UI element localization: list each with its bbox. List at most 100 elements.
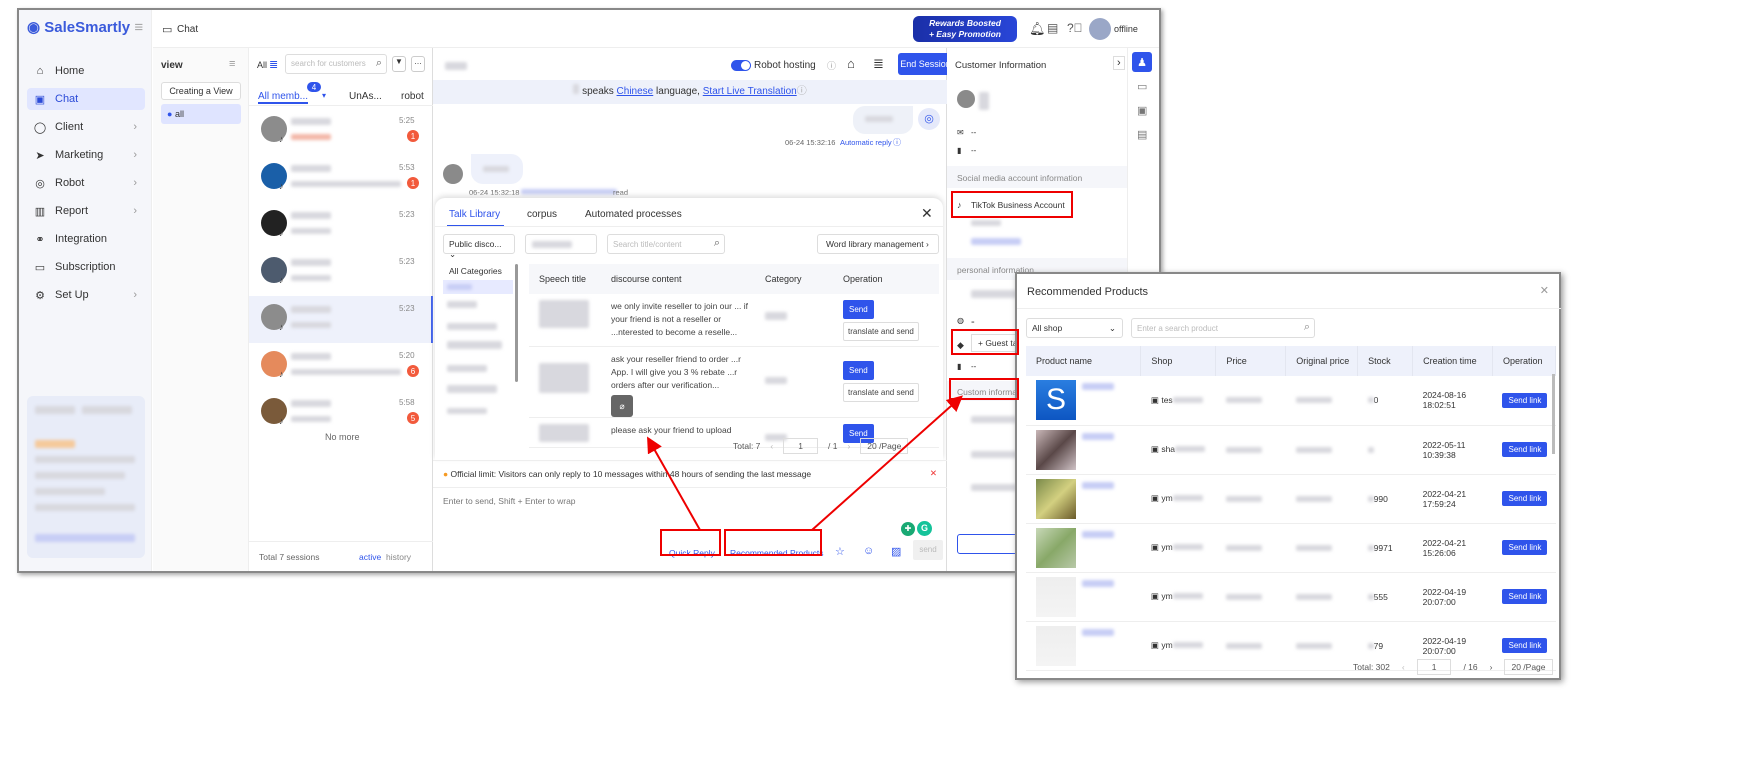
collapse-icon[interactable]: › — [1113, 56, 1125, 70]
help-icon[interactable]: ⓘ — [827, 59, 836, 72]
menu-icon[interactable]: ≡ — [229, 58, 235, 70]
page-size-select[interactable]: 20 /Page — [860, 438, 909, 454]
tab-automated-processes[interactable]: Automated processes — [585, 209, 682, 220]
send-link-button[interactable]: Send link — [1502, 638, 1548, 653]
logo[interactable]: ◉ SaleSmartly ≡ — [27, 18, 143, 36]
talk-search-input[interactable]: Search title/content ⌕ — [607, 234, 725, 254]
robot-hosting-toggle[interactable] — [731, 60, 751, 71]
session-item[interactable]: ♪ 5:23 — [249, 202, 433, 249]
product-name-link[interactable] — [1082, 481, 1114, 489]
next-page-icon[interactable]: › — [847, 441, 850, 451]
sidebar-item-subscription[interactable]: ▭ Subscription — [27, 256, 145, 278]
info-icon[interactable]: ⓘ — [893, 137, 901, 148]
stock: 0 — [1373, 395, 1379, 406]
caret-down-icon[interactable]: ▾ — [322, 91, 326, 100]
clipboard-icon[interactable]: ▤ — [1047, 21, 1058, 35]
star-icon[interactable]: ☆ — [835, 545, 845, 558]
prev-page-icon[interactable]: ‹ — [1402, 662, 1405, 672]
grammarly-icon[interactable]: G — [917, 521, 932, 536]
sidebar-item-integration[interactable]: ⚭ Integration — [27, 228, 145, 250]
sidebar-item-robot[interactable]: ◎ Robot › — [27, 172, 145, 194]
emoji-icon[interactable]: ☺ — [863, 545, 874, 557]
rewards-banner[interactable]: Rewards Boosted + Easy Promotion — [913, 16, 1017, 42]
menu-collapse-icon[interactable]: ≡ — [134, 19, 143, 36]
translate-send-button[interactable]: translate and send — [843, 322, 919, 341]
sidebar-item-client[interactable]: ◯ Client › — [27, 116, 145, 138]
category-item-selected[interactable] — [443, 280, 513, 294]
session-item[interactable]: ♪ 5:53 1 — [249, 155, 433, 202]
tag-icon[interactable]: ⌂ — [847, 56, 855, 71]
public-discourse-select[interactable]: Public disco... ⌄ — [443, 234, 515, 259]
message-icon[interactable]: ▭ — [1137, 80, 1147, 93]
active-link[interactable]: active — [359, 552, 381, 562]
all-categories[interactable]: All Categories — [449, 266, 502, 276]
page-input[interactable]: 1 — [783, 438, 818, 454]
create-view-button[interactable]: Creating a View — [161, 82, 241, 100]
message-input[interactable]: Enter to send, Shift + Enter to wrap — [443, 496, 576, 506]
image-icon[interactable]: ▨ — [891, 545, 901, 558]
send-link-button[interactable]: Send link — [1502, 392, 1548, 408]
language-link[interactable]: Chinese — [617, 86, 654, 97]
session-item[interactable]: ♪ 5:20 6 — [249, 343, 433, 390]
session-item[interactable]: ♪ 5:25 1 — [249, 108, 433, 155]
product-name-link[interactable] — [1082, 383, 1114, 391]
tab-talk-library[interactable]: Talk Library — [447, 209, 505, 227]
attachment-icon[interactable]: ⌀ — [611, 394, 633, 417]
close-icon[interactable]: ✕ — [930, 468, 937, 479]
product-name-link[interactable] — [1082, 628, 1114, 636]
prev-page-icon[interactable]: ‹ — [770, 441, 773, 451]
word-library-management-button[interactable]: Word library management › — [817, 234, 939, 254]
send-link-button[interactable]: Send link — [1502, 491, 1548, 506]
close-icon[interactable]: ✕ — [921, 205, 933, 222]
end-session-button[interactable]: End Session — [898, 53, 953, 75]
next-page-icon[interactable]: › — [1490, 662, 1493, 672]
sidebar-item-marketing[interactable]: ➤ Marketing › — [27, 144, 145, 166]
send-link-button[interactable]: Send link — [1502, 540, 1548, 555]
help-icon[interactable]: ?⃞ — [1067, 21, 1083, 35]
category-select[interactable] — [525, 234, 597, 254]
shop-select[interactable]: All shop ⌄ — [1026, 318, 1123, 338]
send-link-button[interactable]: Send link — [1502, 589, 1548, 604]
sidebar-item-home[interactable]: ⌂ Home — [27, 60, 145, 82]
product-search-input[interactable]: Enter a search product ⌕ — [1131, 318, 1315, 338]
send-button[interactable]: Send — [843, 300, 874, 319]
user-icon[interactable]: ♟ — [1132, 52, 1152, 72]
ai-assistant-icon[interactable]: ✚ — [901, 522, 915, 536]
start-translation-link[interactable]: Start Live Translation — [703, 86, 797, 97]
avatar[interactable] — [1089, 18, 1111, 40]
send-link-button[interactable]: Send link — [1502, 442, 1548, 457]
sort-icon[interactable]: ≣ — [269, 58, 278, 71]
close-icon[interactable]: ✕ — [1540, 284, 1549, 297]
filter-icon[interactable]: ▼ — [392, 56, 406, 72]
filter-all[interactable]: All — [257, 60, 267, 70]
translate-icon[interactable]: ▣ — [1137, 104, 1147, 117]
send-button[interactable]: send — [913, 540, 943, 560]
session-item[interactable]: ♪ 5:23 — [249, 249, 433, 296]
search-history-icon[interactable]: ≣ — [873, 56, 884, 72]
view-item-all[interactable]: ● all — [161, 104, 241, 124]
session-item[interactable]: ♪ 5:23 — [249, 296, 433, 343]
document-icon[interactable]: ▤ — [1137, 128, 1147, 141]
search-input[interactable]: search for customers ⌕ — [285, 54, 387, 74]
tab-unassigned[interactable]: UnAs... — [349, 91, 382, 102]
translate-send-button[interactable]: translate and send — [843, 382, 919, 402]
more-icon[interactable]: … — [411, 56, 425, 72]
product-name-link[interactable] — [1082, 432, 1114, 440]
bell-icon[interactable]: 🔔︎ — [1029, 21, 1046, 37]
page-size-select[interactable]: 20 /Page — [1504, 659, 1553, 675]
sidebar-item-set-up[interactable]: ⚙ Set Up › — [27, 284, 145, 306]
page-input[interactable]: 1 — [1416, 659, 1452, 675]
sidebar-item-report[interactable]: ▥ Report › — [27, 200, 145, 222]
tab-corpus[interactable]: corpus — [527, 209, 557, 220]
status-dropdown[interactable]: offline — [1114, 24, 1138, 34]
history-link[interactable]: history — [386, 552, 411, 562]
send-button[interactable]: Send — [843, 360, 874, 380]
product-name-link[interactable] — [1082, 530, 1114, 538]
product-name-link[interactable] — [1082, 579, 1114, 587]
tab-all-members[interactable]: All memb... — [258, 91, 309, 104]
modal-scrollbar[interactable] — [1552, 374, 1555, 454]
category-scrollbar[interactable] — [515, 264, 518, 382]
sidebar-item-chat[interactable]: ▣ Chat — [27, 88, 145, 110]
tab-robot[interactable]: robot — [401, 91, 424, 102]
session-item[interactable]: ♪ 5:58 5 — [249, 390, 433, 437]
